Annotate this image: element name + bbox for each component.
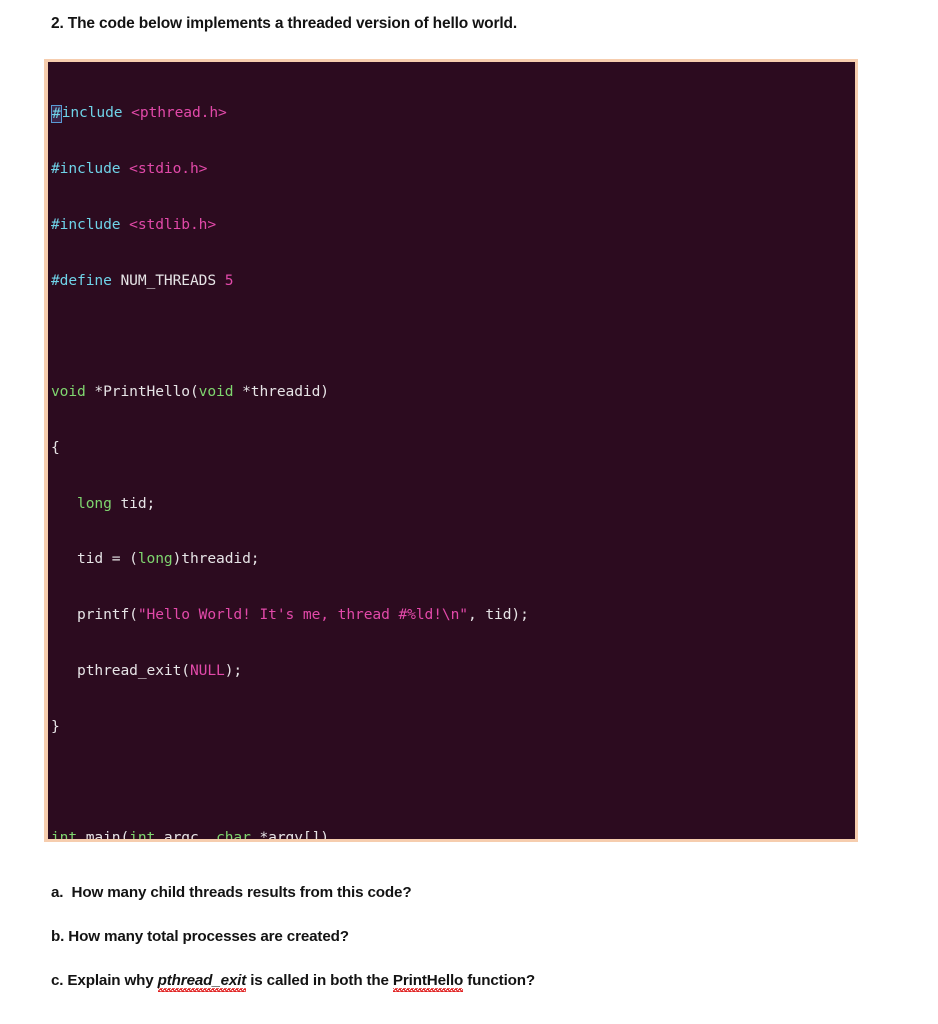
sub-question-c-suffix: function? [463, 972, 536, 989]
code-line: #define NUM_THREADS 5 [51, 271, 234, 289]
code-line: #include <stdlib.h> [51, 215, 217, 233]
code-line: int main(int argc, char *argv[]) [51, 829, 329, 842]
misspelled-term-printhello: PrintHello [392, 972, 464, 992]
page-title: 2. The code below implements a threaded … [51, 15, 517, 32]
code-line: #include <stdio.h> [51, 159, 208, 177]
text-caret[interactable]: # [51, 105, 62, 124]
code-line: long tid; [51, 494, 156, 512]
sub-question-c-prefix: c. Explain why [51, 972, 158, 989]
code-line: printf("Hello World! It's me, thread #%l… [51, 606, 529, 624]
sub-question-b: b. How many total processes are created? [51, 928, 349, 945]
code-line: #include <pthread.h> [51, 104, 227, 124]
misspelled-term-pthread-exit: pthread_exit [157, 972, 247, 992]
code-line: { [51, 438, 60, 456]
code-line: pthread_exit(NULL); [51, 662, 243, 679]
code-block[interactable]: #include <pthread.h> #include <stdio.h> … [44, 59, 858, 842]
sub-question-b-label: b. [51, 928, 65, 945]
sub-question-a-label: a. [51, 884, 64, 901]
sub-question-c-middle: is called in both the [246, 972, 393, 989]
sub-question-b-text: How many total processes are created? [68, 928, 349, 945]
code-content: #include <pthread.h> #include <stdio.h> … [48, 62, 855, 842]
sub-question-a-text: How many child threads results from this… [71, 884, 412, 901]
document-page: 2. The code below implements a threaded … [0, 0, 938, 1024]
code-line: tid = (long)threadid; [51, 550, 260, 568]
sub-question-c: c. Explain why pthread_exit is called in… [51, 972, 536, 992]
code-line: void *PrintHello(void *threadid) [51, 383, 329, 401]
sub-question-a: a. How many child threads results from t… [51, 884, 412, 901]
code-line: } [51, 717, 60, 735]
